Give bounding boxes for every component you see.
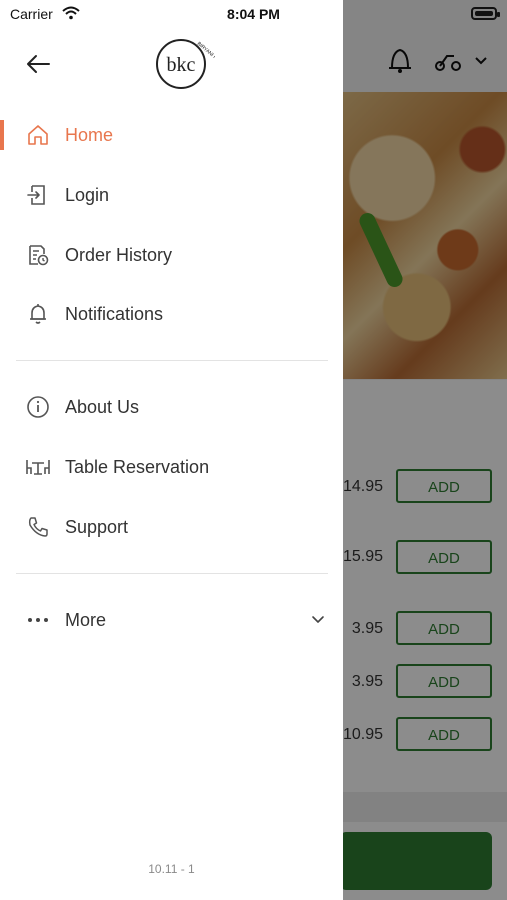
drawer-item-more[interactable]: More: [0, 598, 343, 642]
drawer-item-label: Order History: [65, 244, 173, 265]
drawer-item-label: Login: [65, 184, 110, 205]
status-time: 8:04 PM: [227, 6, 280, 22]
bell-icon: [25, 301, 51, 327]
drawer-item-order-history[interactable]: Order History: [0, 233, 343, 277]
login-icon: [25, 182, 51, 208]
drawer-divider: [16, 360, 328, 361]
phone-icon: [25, 514, 51, 540]
drawer-item-home[interactable]: Home: [0, 113, 343, 157]
back-button[interactable]: [24, 50, 52, 78]
drawer-item-about-us[interactable]: About Us: [0, 385, 343, 429]
status-bar: Carrier 8:04 PM: [0, 0, 507, 28]
drawer-item-label: Table Reservation: [65, 456, 210, 477]
home-icon: [25, 122, 51, 148]
drawer-item-label: More: [65, 609, 107, 630]
arrow-left-icon: [27, 55, 50, 73]
drawer-item-label: Home: [65, 124, 114, 145]
more-icon: [25, 607, 51, 633]
app-version: 10.11 - 1: [148, 862, 195, 876]
navigation-drawer: bkc BIRYANI KEBAB CHAI Home Login Order …: [0, 0, 343, 900]
brand-logo-text: bkc: [167, 54, 196, 76]
drawer-item-label: Support: [65, 516, 129, 537]
chevron-down-icon: [311, 613, 325, 627]
info-icon: [25, 394, 51, 420]
drawer-item-notifications[interactable]: Notifications: [0, 292, 343, 336]
drawer-item-login[interactable]: Login: [0, 173, 343, 217]
drawer-item-table-reservation[interactable]: Table Reservation: [0, 445, 343, 489]
drawer-item-label: About Us: [65, 396, 140, 417]
table-icon: [25, 454, 51, 480]
drawer-item-support[interactable]: Support: [0, 505, 343, 549]
drawer-divider: [16, 573, 328, 574]
order-history-icon: [25, 242, 51, 268]
drawer-item-label: Notifications: [65, 303, 164, 324]
battery-icon: [471, 7, 500, 20]
brand-logo: bkc BIRYANI KEBAB CHAI: [153, 32, 239, 92]
